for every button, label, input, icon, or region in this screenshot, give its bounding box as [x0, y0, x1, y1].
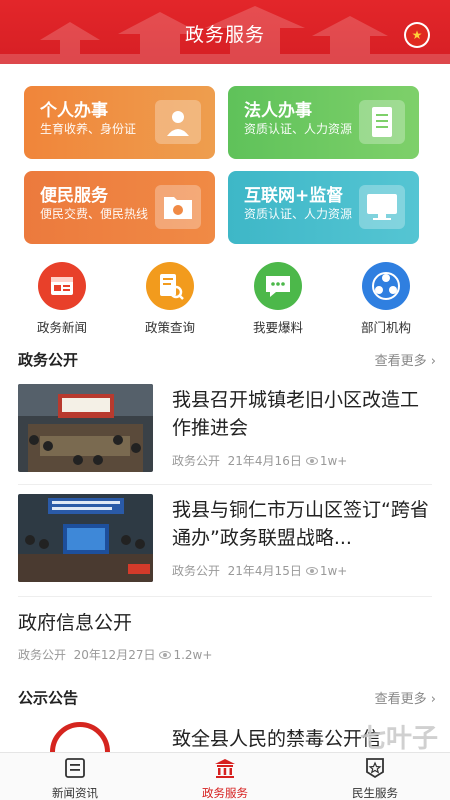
party-emblem-icon[interactable]: ★: [404, 22, 430, 48]
news-item-text[interactable]: 政府信息公开 政务公开 20年12月27日 1.2w+: [0, 606, 450, 676]
eye-icon: [305, 566, 318, 575]
news-title: 我县与铜仁市万山区签订“跨省通办”政务联盟战略...: [172, 499, 429, 549]
policy-search-icon: [146, 262, 194, 310]
divider: [18, 596, 432, 597]
quick-link-label: 部门机构: [360, 320, 411, 335]
news-date: 21年4月15日: [227, 564, 302, 578]
card-subtitle: 资质认证、人力资源: [244, 207, 353, 221]
bottom-tab-bar: 新闻资讯 政务服务 民生服务: [0, 752, 450, 800]
news-views: 1.2w+: [173, 648, 213, 662]
news-views: 1w+: [319, 454, 348, 468]
quick-links: 政务新闻 政策查询 我要爆料 部门机构: [0, 262, 450, 336]
news-views: 1w+: [319, 564, 348, 578]
news-meta: 政务公开 20年12月27日 1.2w+: [18, 646, 212, 663]
quick-link-label: 政务新闻: [36, 320, 87, 335]
news-category: 政务公开: [172, 454, 221, 468]
news-icon: [38, 262, 86, 310]
view-more-link[interactable]: 查看更多 ›: [375, 350, 436, 369]
tab-label: 政务服务: [202, 786, 248, 800]
news-date: 21年4月16日: [227, 454, 302, 468]
news-item[interactable]: 我县与铜仁市万山区签订“跨省通办”政务联盟战略... 政务公开 21年4月15日…: [0, 494, 450, 600]
card-subtitle: 资质认证、人力资源: [244, 122, 353, 136]
news-item[interactable]: 我县召开城镇老旧小区改造工作推进会 政务公开 21年4月16日 1w+: [0, 384, 450, 490]
card-subtitle: 生育收养、身份证: [40, 122, 137, 136]
card-personal-affairs[interactable]: 个人办事 生育收养、身份证: [24, 86, 215, 159]
org-icon: [362, 262, 410, 310]
quick-link-label: 政策查询: [144, 320, 195, 335]
app-header: 政务服务 ★: [0, 0, 450, 64]
quick-link-label: 我要爆料: [252, 320, 303, 335]
tab-livelihood[interactable]: 民生服务: [325, 757, 425, 800]
news-title: 我县召开城镇老旧小区改造工作推进会: [172, 389, 420, 439]
tab-label: 新闻资讯: [52, 786, 98, 800]
document-icon: [359, 100, 405, 144]
livelihood-tab-icon: [366, 758, 384, 779]
notice-title: 致全县人民的禁毒公开信: [172, 728, 382, 750]
view-more-label: 查看更多: [374, 692, 427, 707]
card-title: 法人办事: [244, 101, 312, 121]
chevron-right-icon: ›: [430, 354, 436, 369]
news-date: 20年12月27日: [73, 648, 156, 662]
news-thumbnail: [18, 494, 153, 582]
quick-link-departments[interactable]: 部门机构: [341, 262, 431, 336]
person-icon: [155, 100, 201, 144]
tab-news[interactable]: 新闻资讯: [25, 757, 125, 800]
card-subtitle: 便民交费、便民热线: [40, 207, 149, 221]
card-title: 互联网+监督: [244, 186, 344, 206]
quick-link-policy-query[interactable]: 政策查询: [125, 262, 215, 336]
divider: [18, 484, 432, 485]
page-title: 政务服务: [184, 24, 265, 46]
anti-drug-logo-icon: [50, 722, 110, 756]
news-title: 政府信息公开: [18, 612, 133, 634]
section-title: 公示公告: [18, 689, 79, 707]
card-legal-person-affairs[interactable]: 法人办事 资质认证、人力资源: [228, 86, 419, 159]
section-header-notice: 公示公告 查看更多 ›: [0, 684, 450, 708]
card-title: 个人办事: [40, 101, 108, 121]
watermark-text: 七叶子: [359, 724, 438, 754]
news-tab-icon: [65, 758, 85, 778]
quick-link-gov-news[interactable]: 政务新闻: [17, 262, 107, 336]
news-meta: 政务公开 21年4月16日 1w+: [172, 452, 347, 469]
eye-icon: [305, 456, 318, 465]
section-title: 政务公开: [18, 351, 79, 369]
view-more-label: 查看更多: [374, 354, 427, 369]
monitor-icon: [359, 185, 405, 229]
news-category: 政务公开: [18, 648, 67, 662]
service-cards: 个人办事 生育收养、身份证 法人办事 资质认证、人力资源 便民服务 便民交费、便…: [24, 86, 426, 246]
card-internet-supervision[interactable]: 互联网+监督 资质认证、人力资源: [228, 171, 419, 244]
view-more-link[interactable]: 查看更多 ›: [375, 688, 436, 707]
tab-label: 民生服务: [352, 786, 398, 800]
gov-service-tab-icon: [215, 759, 235, 778]
news-meta: 政务公开 21年4月15日 1w+: [172, 562, 347, 579]
chat-icon: [254, 262, 302, 310]
eye-icon: [159, 650, 172, 659]
news-thumbnail: [18, 384, 153, 472]
news-category: 政务公开: [172, 564, 221, 578]
card-title: 便民服务: [40, 186, 108, 206]
section-header-gov-open: 政务公开 查看更多 ›: [0, 346, 450, 370]
chevron-right-icon: ›: [430, 692, 436, 707]
folder-icon: [155, 185, 201, 229]
tab-gov-service[interactable]: 政务服务: [175, 757, 275, 800]
card-convenience-services[interactable]: 便民服务 便民交费、便民热线: [24, 171, 215, 244]
quick-link-report[interactable]: 我要爆料: [233, 262, 323, 336]
